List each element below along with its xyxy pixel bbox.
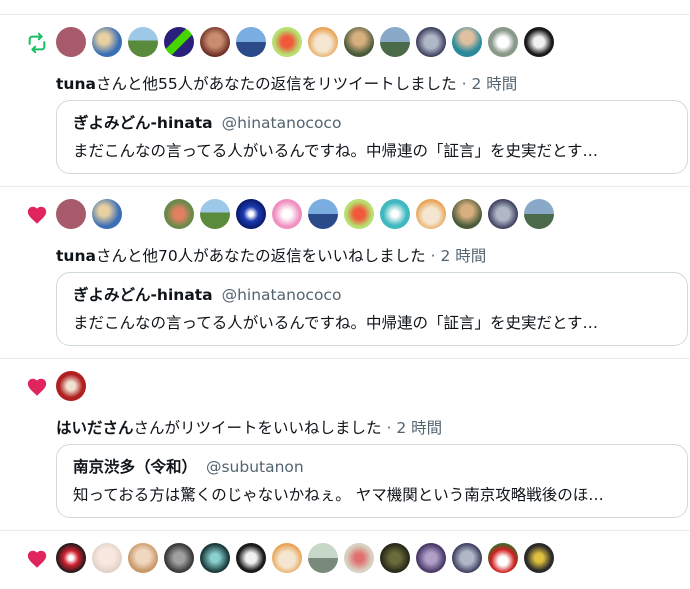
avatar[interactable]	[380, 27, 410, 57]
avatar[interactable]	[92, 199, 122, 229]
timestamp: 2 時間	[396, 419, 443, 437]
avatar[interactable]	[344, 543, 374, 573]
avatar[interactable]	[452, 27, 482, 57]
user-name[interactable]: tuna	[56, 247, 96, 265]
heart-icon	[26, 204, 48, 226]
avatar[interactable]	[164, 27, 194, 57]
avatar[interactable]	[452, 199, 482, 229]
avatar[interactable]	[308, 27, 338, 57]
avatar[interactable]	[56, 543, 86, 573]
notification-like[interactable]: はいださんさんがリツイートをいいねしました · 2 時間 南京渋多（令和） @s…	[0, 358, 690, 530]
notification-summary: はいださんさんがリツイートをいいねしました · 2 時間	[56, 416, 442, 438]
avatar[interactable]	[56, 199, 86, 229]
avatar[interactable]	[272, 27, 302, 57]
notification-like[interactable]: tunaさんと他70人があなたの返信をいいねしました · 2 時間 ぎよみどん-…	[0, 186, 690, 358]
avatar[interactable]	[164, 199, 194, 229]
avatar[interactable]	[524, 27, 554, 57]
avatar[interactable]	[488, 199, 518, 229]
notification-like[interactable]	[0, 530, 690, 589]
avatar[interactable]	[92, 27, 122, 57]
quoted-tweet[interactable]: ぎよみどん-hinata @hinatanococo まだこんなの言ってる人がい…	[56, 272, 688, 346]
notification-summary: tunaさんと他70人があなたの返信をいいねしました · 2 時間	[56, 244, 486, 266]
avatar[interactable]	[380, 543, 410, 573]
avatar[interactable]	[92, 543, 122, 573]
heart-icon	[26, 548, 48, 570]
timestamp: 2 時間	[471, 75, 518, 93]
avatar[interactable]	[308, 543, 338, 573]
avatar-row	[56, 543, 554, 573]
quoted-tweet[interactable]: ぎよみどん-hinata @hinatanococo まだこんなの言ってる人がい…	[56, 100, 688, 174]
quoted-author-name: ぎよみどん-hinata	[73, 114, 213, 132]
quoted-author-handle: @subutanon	[205, 458, 304, 476]
action-text: さんがリツイートをいいねしました	[133, 419, 382, 437]
quoted-text: まだこんなの言ってる人がいるんですね。中帰連の「証言」を史実だとす…	[73, 142, 598, 160]
avatar[interactable]	[164, 543, 194, 573]
avatar[interactable]	[200, 199, 230, 229]
avatar[interactable]	[416, 27, 446, 57]
avatar[interactable]	[344, 27, 374, 57]
avatar-row	[56, 27, 554, 57]
quoted-author-handle: @hinatanococo	[221, 286, 342, 304]
user-name[interactable]: tuna	[56, 75, 96, 93]
retweet-icon	[26, 32, 48, 54]
avatar[interactable]	[416, 543, 446, 573]
avatar[interactable]	[524, 543, 554, 573]
avatar[interactable]	[56, 27, 86, 57]
avatar[interactable]	[344, 199, 374, 229]
quoted-text: まだこんなの言ってる人がいるんですね。中帰連の「証言」を史実だとす…	[73, 314, 598, 332]
quoted-text: 知っておる方は驚くのじゃないかねぇ。 ヤマ機関という南京攻略戦後のほ…	[73, 486, 604, 504]
avatar[interactable]	[200, 543, 230, 573]
action-text: さんと他55人があなたの返信をリツイートしました	[95, 75, 457, 93]
avatar[interactable]	[488, 27, 518, 57]
avatar[interactable]	[524, 199, 554, 229]
notification-retweet[interactable]: tunaさんと他55人があなたの返信をリツイートしました · 2 時間 ぎよみど…	[0, 14, 690, 186]
quoted-author-handle: @hinatanococo	[221, 114, 342, 132]
avatar[interactable]	[308, 199, 338, 229]
avatar[interactable]	[236, 27, 266, 57]
avatar[interactable]	[128, 543, 158, 573]
separator: ·	[461, 75, 467, 93]
separator: ·	[430, 247, 436, 265]
avatar[interactable]	[272, 543, 302, 573]
avatar[interactable]	[236, 199, 266, 229]
quoted-author-name: 南京渋多（令和）	[73, 458, 198, 476]
action-text: さんと他70人があなたの返信をいいねしました	[95, 247, 426, 265]
avatar-row	[56, 199, 554, 229]
avatar[interactable]	[128, 199, 158, 229]
avatar[interactable]	[416, 199, 446, 229]
avatar[interactable]	[272, 199, 302, 229]
avatar[interactable]	[200, 27, 230, 57]
avatar-row	[56, 371, 86, 401]
quoted-tweet[interactable]: 南京渋多（令和） @subutanon 知っておる方は驚くのじゃないかねぇ。 ヤ…	[56, 444, 688, 518]
avatar[interactable]	[452, 543, 482, 573]
timestamp: 2 時間	[440, 247, 487, 265]
avatar[interactable]	[128, 27, 158, 57]
quoted-author-name: ぎよみどん-hinata	[73, 286, 213, 304]
avatar[interactable]	[236, 543, 266, 573]
avatar[interactable]	[488, 543, 518, 573]
avatar[interactable]	[380, 199, 410, 229]
notification-summary: tunaさんと他55人があなたの返信をリツイートしました · 2 時間	[56, 72, 517, 94]
separator: ·	[386, 419, 392, 437]
avatar[interactable]	[56, 371, 86, 401]
user-name[interactable]: はいださん	[56, 419, 134, 437]
heart-icon	[26, 376, 48, 398]
